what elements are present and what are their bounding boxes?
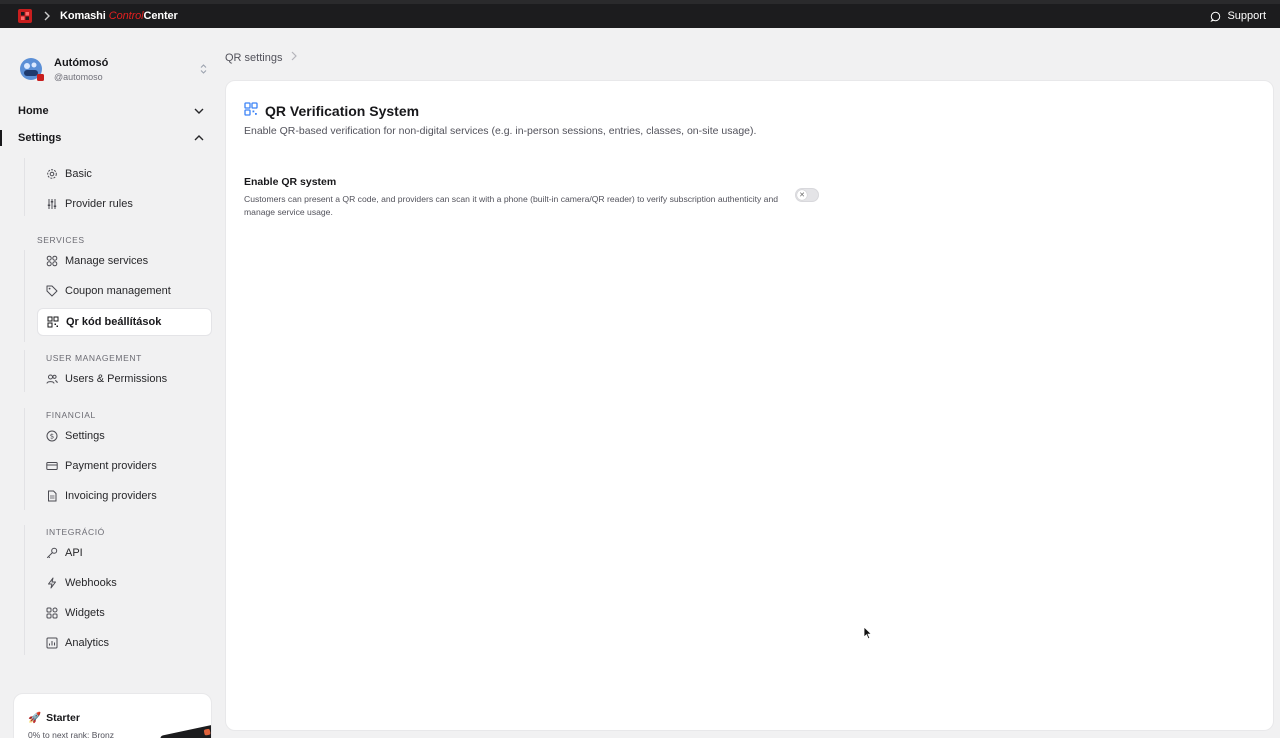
sidebar-item-manage-services[interactable]: Manage services bbox=[37, 247, 212, 275]
plan-decoration bbox=[159, 724, 211, 738]
sidebar-item-qr-settings[interactable]: Qr kód beállítások bbox=[37, 308, 212, 336]
tree-line bbox=[24, 158, 25, 216]
nav-home[interactable]: Home bbox=[0, 98, 225, 124]
chevron-right-icon bbox=[42, 11, 52, 21]
page-description: Enable QR-based verification for non-dig… bbox=[244, 125, 757, 137]
chevron-up-icon bbox=[193, 132, 205, 144]
sidebar: Autómosó @automoso Home Settings Basic P… bbox=[0, 28, 225, 738]
users-icon bbox=[46, 373, 58, 385]
widgets-icon bbox=[46, 607, 58, 619]
tree-line bbox=[24, 350, 25, 392]
support-button[interactable]: Support bbox=[1210, 10, 1266, 22]
sidebar-item-webhooks[interactable]: Webhooks bbox=[37, 569, 212, 597]
top-bar: Komashi ControlCenter Support bbox=[0, 0, 1280, 28]
tree-line bbox=[24, 250, 25, 342]
setting-description-enable-qr: Customers can present a QR code, and pro… bbox=[244, 194, 779, 217]
sidebar-item-widgets[interactable]: Widgets bbox=[37, 599, 212, 627]
page-title: QR Verification System bbox=[244, 102, 419, 119]
chevron-up-down-icon bbox=[199, 63, 208, 75]
sidebar-item-payment-providers[interactable]: Payment providers bbox=[37, 452, 212, 480]
svg-text:$: $ bbox=[50, 433, 54, 441]
sidebar-item-basic[interactable]: Basic bbox=[37, 160, 212, 188]
sidebar-item-invoicing-providers[interactable]: Invoicing providers bbox=[37, 482, 212, 510]
sidebar-item-api[interactable]: API bbox=[37, 539, 212, 567]
plan-progress-text: 0% to next rank: Bronz bbox=[28, 730, 114, 738]
plan-card[interactable]: 🚀 Starter 0% to next rank: Bronz bbox=[13, 693, 212, 738]
section-label-services: SERVICES bbox=[37, 235, 85, 245]
nav-settings[interactable]: Settings bbox=[0, 125, 225, 151]
lightning-icon bbox=[46, 577, 58, 589]
chat-bubble-icon bbox=[1210, 11, 1221, 22]
sidebar-item-provider-rules[interactable]: Provider rules bbox=[37, 190, 212, 218]
credit-card-icon bbox=[46, 460, 58, 472]
app-brand-title[interactable]: Komashi ControlCenter bbox=[60, 10, 178, 22]
qr-code-icon bbox=[47, 316, 59, 328]
sidebar-item-coupon-management[interactable]: Coupon management bbox=[37, 277, 212, 305]
section-label-financial: FINANCIAL bbox=[46, 410, 96, 420]
key-icon bbox=[46, 547, 58, 559]
section-label-integration: INTEGRÁCIÓ bbox=[46, 527, 105, 537]
sidebar-item-financial-settings[interactable]: $ Settings bbox=[37, 422, 212, 450]
breadcrumb-current[interactable]: QR settings bbox=[225, 52, 282, 64]
sidebar-item-analytics[interactable]: Analytics bbox=[37, 629, 212, 657]
gear-icon bbox=[46, 168, 58, 180]
grid-icon bbox=[46, 255, 58, 267]
account-handle: @automoso bbox=[54, 71, 103, 82]
sidebar-item-users-permissions[interactable]: Users & Permissions bbox=[37, 365, 212, 393]
avatar bbox=[18, 56, 44, 82]
chevron-down-icon bbox=[193, 105, 205, 117]
rocket-icon: 🚀 bbox=[28, 712, 42, 724]
main-card: QR Verification System Enable QR-based v… bbox=[225, 80, 1274, 731]
toggle-off-icon: ✕ bbox=[797, 190, 807, 200]
account-name: Autómosó bbox=[54, 56, 109, 69]
enable-qr-toggle[interactable]: ✕ bbox=[795, 188, 819, 202]
mouse-cursor-icon bbox=[863, 626, 873, 640]
chart-icon bbox=[46, 637, 58, 649]
setting-title-enable-qr: Enable QR system bbox=[244, 176, 337, 188]
document-icon bbox=[46, 490, 58, 502]
sliders-icon bbox=[46, 198, 58, 210]
dollar-circle-icon: $ bbox=[46, 430, 58, 442]
qr-code-icon bbox=[244, 102, 258, 119]
plan-title: 🚀 Starter bbox=[28, 711, 80, 725]
tag-icon bbox=[46, 285, 58, 297]
app-logo-icon[interactable] bbox=[18, 9, 32, 23]
tree-line bbox=[24, 408, 25, 510]
tree-line bbox=[24, 525, 25, 655]
active-indicator bbox=[0, 130, 2, 146]
chevron-right-icon bbox=[290, 51, 298, 64]
breadcrumb: QR settings bbox=[225, 51, 298, 64]
section-label-user-management: USER MANAGEMENT bbox=[46, 353, 142, 363]
account-switcher[interactable]: Autómosó @automoso bbox=[18, 55, 208, 83]
